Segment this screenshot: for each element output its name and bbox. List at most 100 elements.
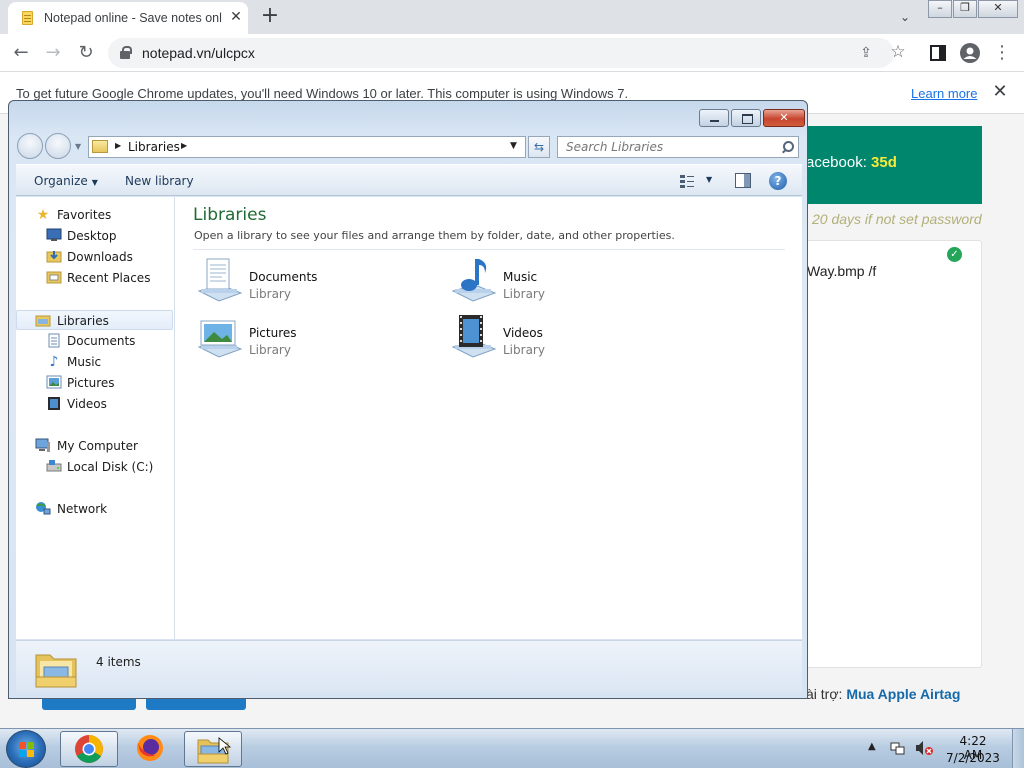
back-arrow-icon[interactable]: ← [9,41,33,65]
reload-icon[interactable]: ↻ [74,41,98,65]
nav-item-videos[interactable]: Videos [16,394,173,414]
pictures-icon [46,375,62,391]
change-view-icon[interactable] [679,173,695,189]
facebook-value: 35d [871,154,897,171]
search-icon[interactable] [780,140,794,154]
desktop-icon [46,228,62,244]
network-icon [35,501,51,517]
command-bar: Organize ▼ New library ▼ ? [16,164,802,196]
new-library-button[interactable]: New library [125,174,194,188]
browser-minimize-button[interactable]: – [928,0,952,18]
infobar-close-icon[interactable]: ✕ [990,82,1010,102]
start-button[interactable] [6,730,46,768]
documents-icon [46,333,62,349]
browser-tab[interactable]: Notepad online - Save notes onl ✕ [8,2,248,34]
note-editor[interactable]: Way.bmp /f ✓ [790,240,982,668]
recent-places-icon [46,270,62,286]
side-panel-icon[interactable] [926,41,950,65]
nav-label: Favorites [57,208,112,222]
organize-button[interactable]: Organize ▼ [34,174,98,188]
forward-arrow-icon[interactable]: → [41,41,65,65]
nav-item-pictures[interactable]: Pictures [16,373,173,393]
clock-date[interactable]: 7/2/2023 [946,751,1000,765]
nav-item-downloads[interactable]: Downloads [16,247,173,267]
item-count: 4 items [96,655,141,669]
page-title: Libraries [193,205,267,225]
url-text[interactable]: notepad.vn/ulcpcx [142,45,255,61]
taskbar-chrome-button[interactable] [60,731,118,767]
nav-item-desktop[interactable]: Desktop [16,226,173,246]
saved-check-icon: ✓ [947,247,962,262]
preview-pane-icon[interactable] [735,173,751,188]
breadcrumb-arrow-icon[interactable]: ▶ [181,141,187,150]
forward-button[interactable] [45,133,71,159]
window-maximize-button[interactable] [731,109,761,127]
show-hidden-icons-button[interactable]: ▲ [868,741,876,752]
nav-item-documents[interactable]: Documents [16,331,173,351]
library-name: Music [503,270,538,284]
library-type: Library [503,343,545,357]
videos-icon [46,396,62,412]
search-libraries-input[interactable]: Search Libraries [557,136,799,158]
nav-item-libraries[interactable]: Libraries [16,310,173,330]
library-name: Documents [249,270,318,284]
bookmark-star-icon[interactable]: ☆ [888,42,908,62]
browser-restore-button[interactable]: ❐ [953,0,977,18]
taskbar-explorer-button[interactable] [184,731,242,767]
learn-more-link[interactable]: Learn more [911,86,977,101]
nav-item-music[interactable]: ♪ Music [16,352,173,372]
view-options-chevron-icon[interactable]: ▼ [706,175,712,184]
library-name: Pictures [249,326,297,340]
share-icon[interactable]: ⇪ [856,43,876,63]
nav-item-recent-places[interactable]: Recent Places [16,268,173,288]
password-notice: 20 days if not set password [812,211,982,227]
nav-label: Recent Places [67,271,151,285]
library-type: Library [249,343,291,357]
recent-pages-chevron-icon[interactable]: ▼ [75,142,81,151]
lock-icon[interactable] [120,46,132,59]
tab-search-chevron-icon[interactable]: ⌄ [896,8,914,26]
breadcrumb-libraries[interactable]: Libraries [128,140,180,154]
window-minimize-button[interactable] [699,109,729,127]
library-documents[interactable]: Documents Library [195,257,425,305]
nav-item-my-computer[interactable]: My Computer [16,436,173,456]
nav-item-local-disk[interactable]: Local Disk (C:) [16,457,173,477]
star-icon: ★ [36,207,50,223]
sponsor-label: ài trợ: [806,686,847,702]
taskbar-firefox-button[interactable] [122,731,180,767]
divider [193,249,785,250]
explorer-folder-icon [197,737,232,764]
facebook-label: acebook: [806,154,872,171]
breadcrumb-arrow-icon[interactable]: ▶ [115,141,121,150]
facebook-text: acebook: 35d [806,154,897,171]
show-desktop-button[interactable] [1012,729,1024,768]
tab-close-icon[interactable]: ✕ [228,9,244,25]
refresh-icon[interactable]: ⇆ [528,136,550,158]
library-type: Library [503,287,545,301]
volume-muted-icon[interactable] [914,740,934,756]
browser-close-button[interactable]: ✕ [978,0,1018,18]
menu-kebab-icon[interactable]: ⋮ [990,41,1014,65]
nav-item-favorites[interactable]: ★ Favorites [16,205,173,225]
nav-label: Network [57,502,108,516]
address-bar[interactable]: notepad.vn/ulcpcx ⇪ ☆ [108,38,906,68]
nav-label: My Computer [57,439,138,453]
new-tab-button[interactable]: + [258,5,282,29]
videos-library-icon [449,313,497,361]
help-icon[interactable]: ? [769,172,787,190]
navigation-pane: ★ Favorites Desktop Downloads Recent Pla… [16,197,175,639]
window-close-button[interactable] [763,109,805,127]
back-button[interactable] [17,133,43,159]
libraries-content: Libraries Open a library to see your fil… [175,197,802,639]
nav-item-network[interactable]: Network [16,499,173,519]
sponsor-link[interactable]: Mua Apple Airtag [846,686,960,702]
explorer-address-bar[interactable]: ▶ Libraries ▶ ▼ [88,136,526,158]
address-dropdown-icon[interactable]: ▼ [510,141,517,151]
library-videos[interactable]: Videos Library [449,313,679,361]
profile-avatar-icon[interactable] [958,41,982,65]
library-music[interactable]: Music Library [449,257,679,305]
nav-label: Music [67,355,102,369]
network-tray-icon[interactable] [890,740,906,756]
library-pictures[interactable]: Pictures Library [195,313,425,361]
note-text[interactable]: Way.bmp /f [807,263,876,279]
